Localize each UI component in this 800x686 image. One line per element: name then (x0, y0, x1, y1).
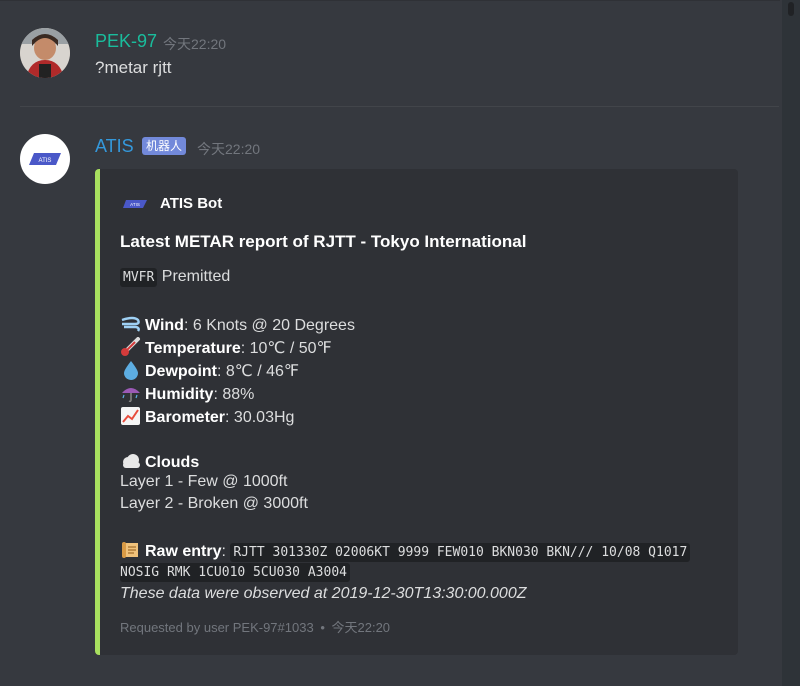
cloud-icon (123, 454, 140, 468)
message-text: ?metar rjtt (95, 58, 172, 77)
svg-text:ATIS: ATIS (130, 202, 140, 207)
barometer-label: Barometer (145, 409, 226, 426)
chart-increasing-icon (121, 407, 140, 425)
humidity-value: : 88% (213, 386, 255, 403)
flight-rules-code: MVFR (120, 268, 158, 287)
humidity-label: Humidity (145, 386, 214, 403)
cloud-layer-2: Layer 2 - Broken @ 3000ft (120, 495, 308, 512)
top-divider (0, 0, 780, 1)
barometer-value: : 30.03Hg (225, 409, 295, 426)
timestamp: 今天22:20 (163, 36, 227, 52)
bot-badge: 机器人 (142, 137, 187, 155)
dewpoint-value: : 8℃ / 46℉ (217, 363, 300, 380)
umbrella-icon (122, 388, 140, 403)
embed-title: Latest METAR report of RJTT - Tokyo Inte… (120, 232, 527, 251)
cloud-layer-1: Layer 1 - Few @ 1000ft (120, 473, 288, 490)
username[interactable]: ATIS (95, 136, 134, 157)
footer-timestamp: 今天22:20 (331, 620, 391, 635)
footer-text: Requested by user PEK-97#1033 (120, 620, 314, 635)
user-avatar-icon (20, 28, 70, 78)
message-divider (20, 106, 779, 107)
observed-text: These data were observed at 2019-12-30T1… (120, 585, 527, 602)
timestamp: 今天22:20 (197, 141, 261, 157)
temperature-value: : 10℃ / 50℉ (240, 340, 332, 357)
wind-icon (121, 316, 140, 332)
avatar[interactable] (20, 28, 70, 78)
svg-text:ATIS: ATIS (39, 158, 52, 164)
username[interactable]: PEK-97 (95, 31, 157, 52)
scrollbar[interactable] (782, 0, 800, 686)
embed-footer: Requested by user PEK-97#1033 • 今天22:20 (120, 617, 390, 636)
flight-rules-text: Premitted (161, 268, 231, 285)
raw-entry-line1: RJTT 301330Z 02006KT 9999 FEW010 BKN030 … (230, 543, 691, 562)
embed-author[interactable]: ATIS Bot (160, 195, 222, 212)
dewpoint-label: Dewpoint (145, 363, 217, 380)
atis-logo-icon: ATIS (123, 200, 147, 208)
avatar[interactable]: ATIS (20, 134, 70, 184)
footer-separator: • (320, 620, 325, 635)
raw-entry-label: Raw entry (145, 543, 222, 560)
thermometer-icon (121, 337, 140, 356)
wind-value: : 6 Knots @ 20 Degrees (183, 317, 355, 334)
scrollbar-thumb[interactable] (788, 2, 794, 16)
raw-entry-line2: NOSIG RMK 1CU010 5CU030 A3004 (120, 563, 350, 582)
wind-label: Wind (145, 317, 184, 334)
atis-logo-icon: ATIS (29, 153, 61, 165)
clouds-label: Clouds (145, 454, 200, 471)
scroll-icon (122, 542, 138, 558)
temperature-label: Temperature (145, 340, 241, 357)
droplet-icon (124, 361, 138, 380)
